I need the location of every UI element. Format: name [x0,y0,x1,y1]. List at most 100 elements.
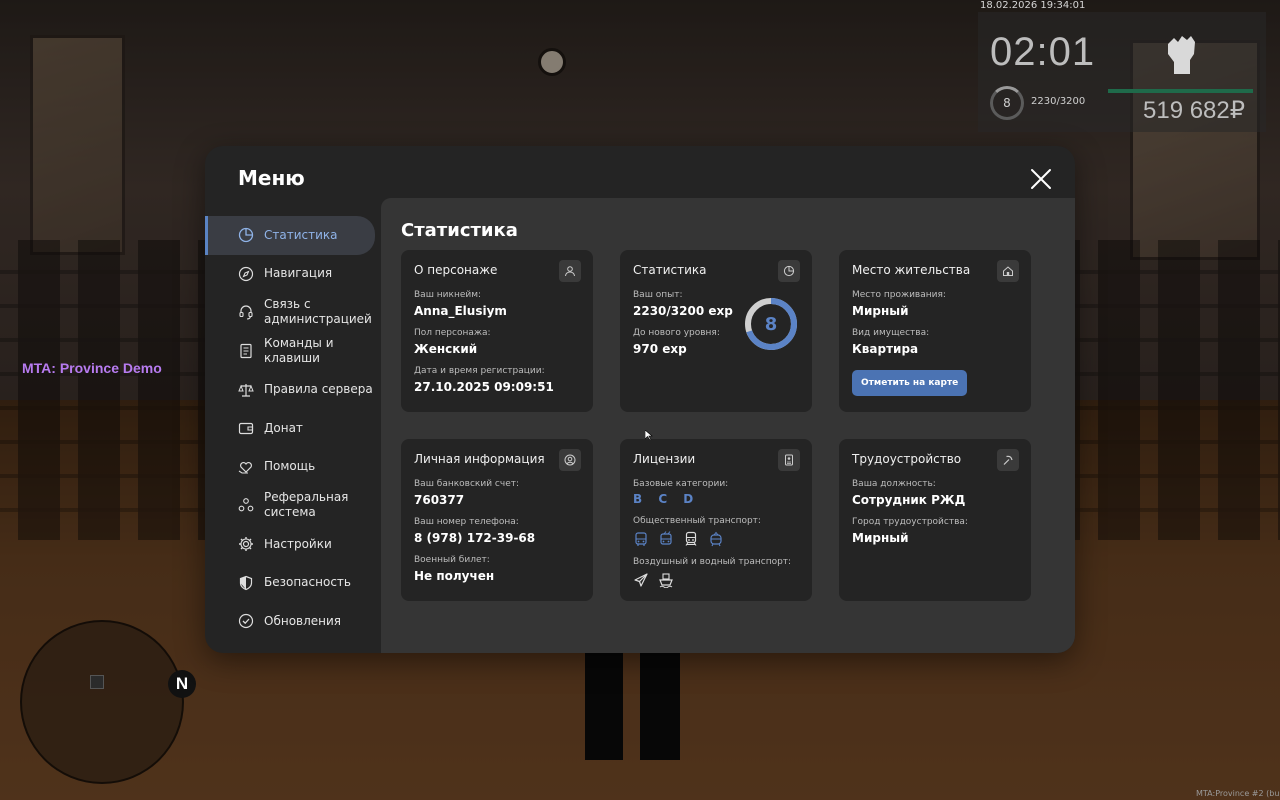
scales-icon [238,383,254,397]
fist-icon [1168,36,1195,74]
public-transport-label: Общественный транспорт: [633,516,761,526]
bus-icon [635,532,647,546]
sidebar-item-settings[interactable]: Настройки [205,525,381,564]
level-progress-ring: 8 [743,296,799,352]
sidebar-item-label: Реферальная система [264,490,349,520]
level-number: 8 [764,313,778,335]
job-position-value: Сотрудник РЖД [852,493,966,507]
pickaxe-icon [997,449,1019,471]
registration-label: Дата и время регистрации: [414,366,545,376]
base-categories-value: B C D [633,492,700,506]
card-employment: Трудоустройство Ваша должность: Сотрудни… [839,439,1031,601]
nickname-label: Ваш никнейм: [414,290,482,300]
wallet-icon [238,423,254,435]
residence-place-value: Мирный [852,304,909,318]
hud-exp: 2230/3200 [1031,96,1086,107]
close-button[interactable] [1028,166,1054,192]
air-water-transport-label: Воздушный и водный транспорт: [633,557,792,567]
sidebar-item-label: Связь с администрацией [264,297,372,327]
sidebar-item-security[interactable]: Безопасность [205,563,381,602]
card-title: Статистика [633,263,707,277]
sidebar-item-label: Команды и клавиши [264,336,334,366]
sidebar-item-updates[interactable]: Обновления [205,602,381,641]
sidebar-item-label: Правила сервера [264,382,373,397]
minimap-north-indicator: N [168,670,196,698]
card-title: Личная информация [414,452,545,466]
menu-header: Меню [205,146,1075,198]
phone-label: Ваш номер телефона: [414,517,519,527]
sidebar-item-navigation[interactable]: Навигация [205,255,381,294]
content-panel: Статистика О персонаже Ваш никнейм: Anna… [381,198,1075,653]
plane-icon [634,573,648,587]
menu-sidebar: Статистика Навигация Связь с администрац… [205,216,381,641]
minimap-player-marker [90,675,104,689]
bank-account-label: Ваш банковский счет: [414,479,520,489]
card-title: О персонаже [414,263,498,277]
military-id-value: Не получен [414,569,495,583]
build-tag: MTA:Province #2 (build: 1 [1196,789,1280,798]
sidebar-item-rules[interactable]: Правила сервера [205,370,381,409]
compass-icon [238,266,254,281]
residence-place-label: Место проживания: [852,290,946,300]
job-position-label: Ваша должность: [852,479,936,489]
sidebar-item-label: Статистика [264,227,338,242]
gender-label: Пол персонажа: [414,328,491,338]
job-city-label: Город трудоустройства: [852,517,968,527]
nickname-value: Anna_Elusiym [414,304,507,318]
card-title: Лицензии [633,452,696,466]
registration-value: 27.10.2025 09:09:51 [414,380,554,394]
sidebar-item-label: Обновления [264,613,342,628]
base-categories-label: Базовые категории: [633,479,729,489]
property-type-value: Квартира [852,342,919,356]
gear-icon [239,537,253,552]
mark-on-map-button[interactable]: Отметить на карте [852,370,968,396]
user-icon [559,260,581,282]
hud-clock: 02:01 [990,30,1096,74]
shield-icon [239,575,253,590]
headset-icon [239,305,253,321]
people-icon [238,498,254,512]
mouse-cursor-icon [645,430,653,440]
card-character: О персонаже Ваш никнейм: Anna_Elusiym По… [401,250,593,412]
pie-chart-icon [778,260,800,282]
sidebar-item-label: Донат [264,420,303,435]
sidebar-item-referral[interactable]: Реферальная система [205,486,381,525]
menu-title: Меню [238,166,305,190]
gender-value: Женский [414,342,478,356]
hud-money: 519 682₽ [1143,97,1246,124]
sidebar-item-donate[interactable]: Донат [205,409,381,448]
trolleybus-icon [660,531,672,545]
pie-chart-icon [238,228,254,243]
sidebar-item-statistics[interactable]: Статистика [205,216,375,255]
job-city-value: Мирный [852,531,909,545]
phone-value: 8 (978) 172-39-68 [414,531,536,545]
sidebar-item-label: Навигация [264,266,333,281]
sidebar-item-label: Безопасность [264,575,351,590]
server-tag: MTA: Province Demo [22,360,162,376]
heart-hand-icon [238,461,252,474]
sidebar-item-label: Помощь [264,459,316,474]
document-icon [240,343,252,359]
card-personal-info: Личная информация Ваш банковский счет: 7… [401,439,593,601]
hud-level-ring: 8 [990,86,1024,120]
military-id-label: Военный билет: [414,555,490,565]
sidebar-item-admin-contact[interactable]: Связь с администрацией [205,293,381,332]
check-circle-icon [238,614,254,629]
minimap [20,620,184,784]
sidebar-item-help[interactable]: Помощь [205,448,381,487]
id-card-icon [778,449,800,471]
public-transport-icons [633,531,799,547]
card-title: Трудоустройство [852,452,962,466]
sidebar-item-label: Настройки [264,536,332,551]
house-icon [997,260,1019,282]
sidebar-item-commands[interactable]: Команды и клавиши [205,332,381,371]
hud-datetime: 18.02.2026 19:34:01 [980,0,1086,11]
card-statistics: Статистика Ваш опыт: 2230/3200 exp До но… [620,250,812,412]
boat-icon [659,573,673,588]
train-icon [685,531,697,546]
property-type-label: Вид имущества: [852,328,930,338]
content-title: Статистика [401,220,518,241]
tram-icon [710,531,722,547]
air-water-transport-icons [633,572,799,588]
card-licenses: Лицензии Базовые категории: B C D Общест… [620,439,812,601]
